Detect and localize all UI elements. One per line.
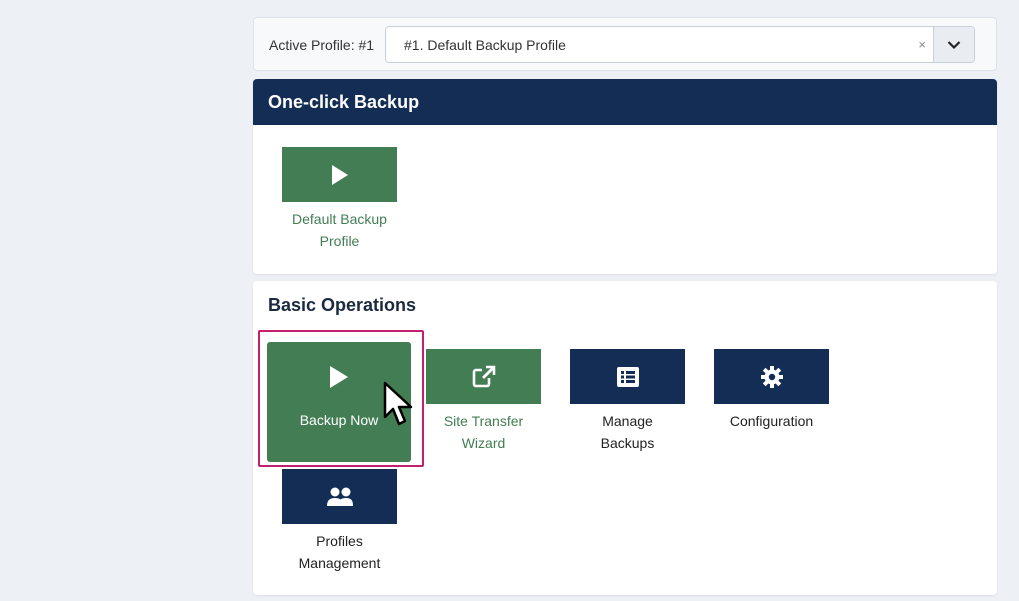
- tile-manage-backups[interactable]: Manage Backups: [570, 349, 685, 454]
- mouse-cursor-icon: [383, 381, 413, 426]
- one-click-backup-card: One-click Backup Default Backup Profile: [253, 79, 997, 274]
- clear-icon[interactable]: ×: [918, 37, 926, 52]
- one-click-backup-title: One-click Backup: [253, 79, 997, 125]
- tile-label: Site Transfer Wizard: [443, 413, 524, 451]
- external-link-icon: [472, 365, 495, 387]
- users-icon: [326, 487, 353, 506]
- active-profile-label: Active Profile: #1: [269, 37, 375, 53]
- tile-label: Default Backup Profile: [292, 211, 387, 249]
- configuration-button[interactable]: [714, 349, 829, 404]
- play-icon: [331, 164, 348, 185]
- tile-label: Profiles Management: [298, 533, 381, 571]
- tile-configuration[interactable]: Configuration: [714, 349, 829, 432]
- manage-backups-button[interactable]: [570, 349, 685, 404]
- tile-label: Manage Backups: [600, 413, 655, 451]
- profile-select[interactable]: #1. Default Backup Profile ×: [385, 26, 975, 63]
- dropdown-toggle-button[interactable]: [933, 27, 974, 62]
- tile-default-backup-profile[interactable]: Default Backup Profile: [282, 147, 397, 252]
- basic-operations-title: Basic Operations: [268, 295, 417, 315]
- play-icon: [330, 366, 348, 388]
- gear-icon: [760, 365, 783, 388]
- tile-label: Configuration: [729, 413, 814, 429]
- list-icon: [616, 366, 639, 387]
- tile-profiles-management[interactable]: Profiles Management: [282, 469, 397, 574]
- tile-site-transfer-wizard[interactable]: Site Transfer Wizard: [426, 349, 541, 454]
- profiles-management-button[interactable]: [282, 469, 397, 524]
- profile-select-value: #1. Default Backup Profile: [404, 37, 566, 53]
- profile-bar: Active Profile: #1 #1. Default Backup Pr…: [253, 17, 997, 71]
- default-backup-profile-button[interactable]: [282, 147, 397, 202]
- chevron-down-icon: [947, 40, 961, 49]
- site-transfer-wizard-button[interactable]: [426, 349, 541, 404]
